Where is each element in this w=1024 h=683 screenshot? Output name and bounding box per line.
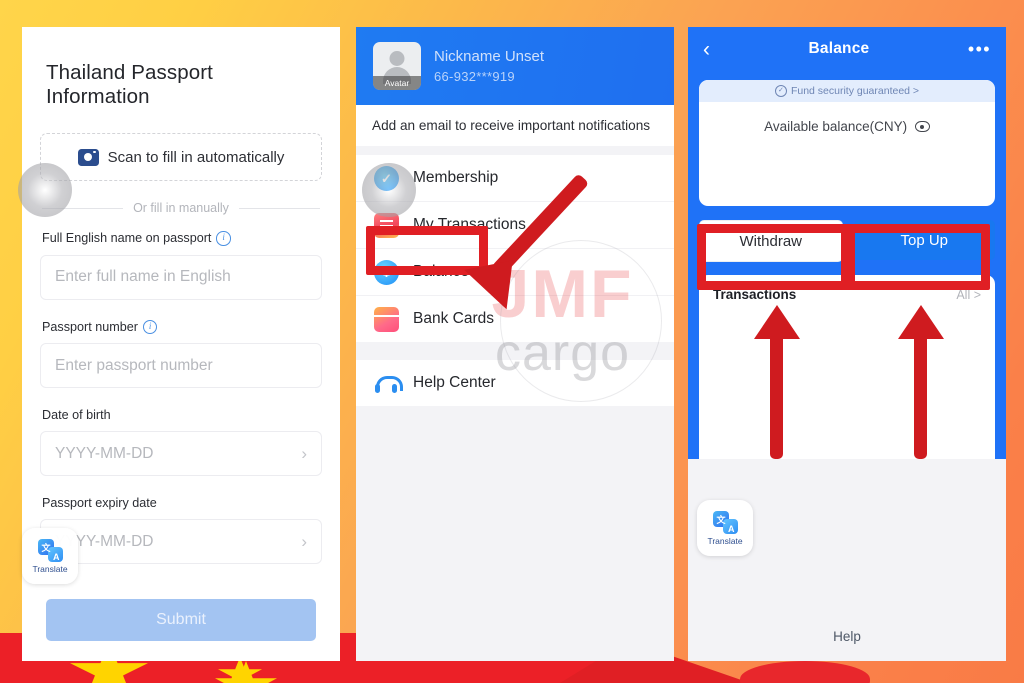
field-label-full-name: Full English name on passport i <box>42 231 322 246</box>
translate-glyph-source: 文 <box>716 514 726 525</box>
divider-label: Or fill in manually <box>133 201 229 215</box>
account-header: Avatar Nickname Unset 66-932***919 <box>356 27 674 105</box>
touch-indicator <box>18 163 72 217</box>
avatar[interactable]: Avatar <box>373 42 421 90</box>
arrow-head <box>898 305 944 339</box>
field-label-passport-number: Passport number i <box>42 319 322 334</box>
divider-line-right <box>238 207 320 209</box>
field-label-text: Passport expiry date <box>42 496 157 510</box>
available-balance-label: Available balance(CNY) <box>764 119 908 134</box>
divider: Or fill in manually <box>42 201 320 215</box>
nickname-text: Nickname Unset <box>434 48 545 65</box>
annotation-arrow-to-withdraw <box>754 305 800 465</box>
chevron-right-icon: › <box>301 443 307 463</box>
available-balance-row: Available balance(CNY) <box>699 102 995 134</box>
bank-card-icon <box>374 306 399 332</box>
annotation-arrow-to-top-up <box>898 305 944 465</box>
translate-icon: 文 A <box>712 510 738 534</box>
highlight-box-withdraw <box>697 224 855 290</box>
page-title: Balance <box>808 40 870 57</box>
translate-glyph-target: A <box>728 523 735 534</box>
highlight-box-top-up <box>841 224 990 290</box>
account-identity: Nickname Unset 66-932***919 <box>434 48 544 84</box>
translate-label: Translate <box>32 563 68 574</box>
screenshot-stage: Thailand Passport Information Scan to fi… <box>0 0 1024 683</box>
help-link[interactable]: Help <box>688 629 1006 644</box>
avatar-head-shape <box>389 51 405 66</box>
translate-glyph-target: A <box>53 551 60 562</box>
headset-icon <box>374 371 403 396</box>
passport-number-placeholder: Enter passport number <box>55 356 213 374</box>
phone-text: 66-932***919 <box>434 69 515 84</box>
expiry-date-picker[interactable]: YYYY-MM-DD › <box>40 519 322 564</box>
translate-glyph-source: 文 <box>41 542 51 553</box>
balance-card: Fund security guaranteed > Available bal… <box>699 80 995 206</box>
balance-navbar: ‹ Balance ••• <box>688 27 1006 71</box>
field-label-text: Full English name on passport <box>42 231 212 246</box>
avatar-label: Avatar <box>373 76 421 90</box>
full-name-placeholder: Enter full name in English <box>55 268 231 285</box>
field-label-text: Passport number <box>42 319 138 334</box>
scan-to-fill-button[interactable]: Scan to fill in automatically <box>40 133 322 181</box>
menu-item-label: Membership <box>413 169 499 186</box>
submit-button[interactable]: Submit <box>46 599 316 641</box>
translate-icon: 文 A <box>37 538 63 562</box>
decorative-red-blob <box>740 661 870 683</box>
annotation-arrow-to-balance <box>464 173 630 385</box>
info-icon[interactable]: i <box>216 231 231 246</box>
more-options-icon[interactable]: ••• <box>968 40 991 58</box>
camera-icon <box>77 148 99 166</box>
arrow-shaft <box>770 331 783 459</box>
scan-label: Scan to fill in automatically <box>107 148 285 166</box>
chevron-right-icon: › <box>301 531 307 551</box>
full-name-input[interactable]: Enter full name in English <box>40 254 322 300</box>
field-label-date-of-birth: Date of birth <box>42 408 322 422</box>
fund-security-label: Fund security guaranteed > <box>790 85 920 97</box>
info-icon[interactable]: i <box>142 319 158 334</box>
arrow-shaft <box>914 331 927 459</box>
back-chevron-icon[interactable]: ‹ <box>703 39 710 60</box>
date-of-birth-placeholder: YYYY-MM-DD <box>55 444 154 462</box>
date-of-birth-picker[interactable]: YYYY-MM-DD › <box>40 431 322 476</box>
translate-floating-button[interactable]: 文 A Translate <box>697 500 753 556</box>
shield-check-icon <box>774 85 787 97</box>
translate-label: Translate <box>707 535 743 546</box>
email-notice[interactable]: Add an email to receive important notifi… <box>356 105 674 146</box>
arrow-head <box>754 305 800 339</box>
eye-icon[interactable] <box>914 121 930 132</box>
touch-indicator <box>362 163 416 217</box>
field-label-text: Date of birth <box>42 408 111 422</box>
field-label-expiry-date: Passport expiry date <box>42 496 322 510</box>
passport-number-input[interactable]: Enter passport number <box>40 343 322 388</box>
translate-floating-button[interactable]: 文 A Translate <box>22 528 78 584</box>
transactions-card: Transactions All > <box>699 275 995 471</box>
page-title: Thailand Passport Information <box>46 61 213 108</box>
panel-balance: ‹ Balance ••• Fund security guaranteed >… <box>688 27 1006 661</box>
fund-security-banner[interactable]: Fund security guaranteed > <box>699 80 995 102</box>
